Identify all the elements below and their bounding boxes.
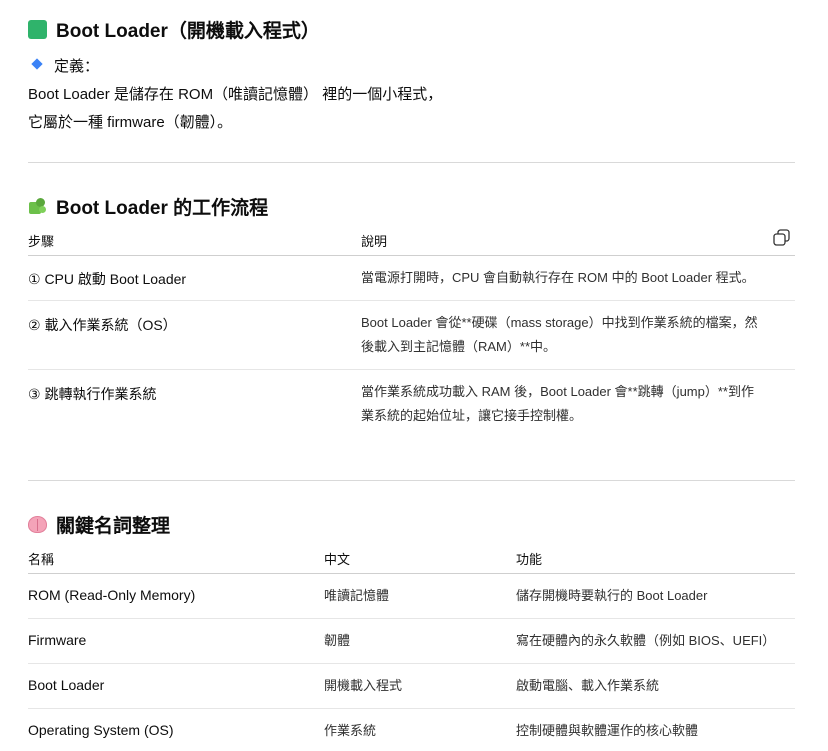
table-cell-description: 後載入到主記憶體（RAM）**中。 [361,339,557,354]
table-header-name: 名稱 [28,552,55,567]
brain-icon [28,516,47,533]
table-cell-function: 寫在硬體內的永久軟體（例如 BIOS、UEFI） [516,633,776,648]
table-header-description: 說明 [361,234,388,249]
table-cell-description: 當電源打開時，CPU 會自動執行存在 ROM 中的 Boot Loader 程式… [361,270,755,285]
section-heading-key-terms: 關鍵名詞整理 [28,511,170,538]
table-header-function: 功能 [516,552,543,567]
section-heading-boot-loader: Boot Loader（開機載入程式） [28,16,320,43]
table-cell-step: ② 載入作業系統（OS） [28,317,177,333]
table-cell-chinese: 作業系統 [324,723,377,738]
table-cell-name: Boot Loader [28,677,105,693]
section3-title: 關鍵名詞整理 [56,516,171,537]
puzzle-icon [28,197,47,216]
divider [28,162,795,163]
table-cell-name: Operating System (OS) [28,722,174,738]
table-cell-description: Boot Loader 會從**硬碟（mass storage）中找到作業系統的… [361,315,758,330]
table-cell-name: Firmware [28,632,87,648]
table-cell-function: 儲存開機時要執行的 Boot Loader [516,588,708,603]
definition-label: 定義： [54,58,100,75]
table-header-step: 步驟 [28,234,55,249]
table-cell-step: ③ 跳轉執行作業系統 [28,386,157,402]
table-cell-chinese: 韌體 [324,633,351,648]
copy-icon[interactable] [773,229,790,246]
table-cell-function: 控制硬體與軟體運作的核心軟體 [516,723,699,738]
table-cell-description: 業系統的起始位址，讓它接手控制權。 [361,408,583,423]
section-heading-workflow: Boot Loader 的工作流程 [28,193,268,220]
table-cell-step: ① CPU 啟動 Boot Loader [28,271,187,287]
divider [28,480,795,481]
table-header-chinese: 中文 [324,552,351,567]
section2-title: Boot Loader 的工作流程 [56,198,269,219]
table-cell-name: ROM (Read-Only Memory) [28,587,196,603]
section1-title: Boot Loader（開機載入程式） [56,21,320,42]
table-cell-chinese: 開機載入程式 [324,678,403,693]
green-square-icon [28,20,47,39]
table-cell-chinese: 唯讀記憶體 [324,588,390,603]
definition-line-2: 它屬於一種 firmware（韌體）。 [28,114,233,131]
blue-diamond-icon [31,58,43,70]
table-cell-function: 啟動電腦、載入作業系統 [516,678,660,693]
table-cell-description: 當作業系統成功載入 RAM 後，Boot Loader 會**跳轉（jump）*… [361,384,754,399]
definition-line-1: Boot Loader 是儲存在 ROM（唯讀記憶體） 裡的一個小程式， [28,86,443,103]
